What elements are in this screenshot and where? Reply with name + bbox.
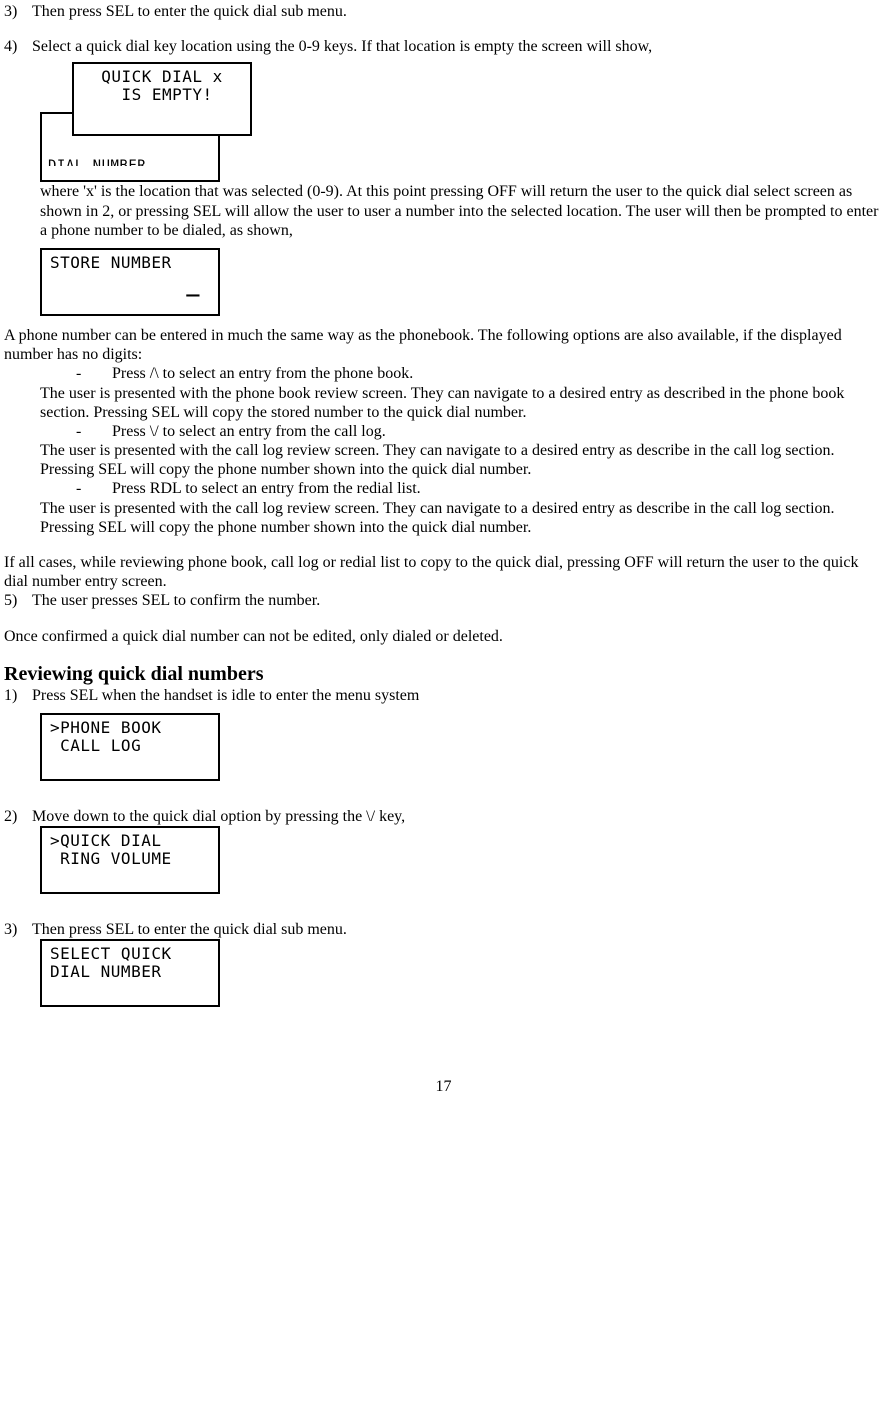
lcd-front-line2: IS EMPTY! — [80, 86, 244, 104]
note-off: If all cases, while reviewing phone book… — [4, 553, 883, 591]
lcd4-line1: >QUICK DIAL — [50, 832, 210, 850]
step-3-text: Then press SEL to enter the quick dial s… — [32, 2, 883, 21]
bullet1-body: The user is presented with the phone boo… — [40, 384, 883, 422]
review-step-2-text: Move down to the quick dial option by pr… — [32, 807, 883, 826]
bullet1-text: Press /\ to select an entry from the pho… — [112, 364, 413, 383]
review-step-1-num: 1) — [4, 686, 32, 705]
step-4: 4) Select a quick dial key location usin… — [4, 37, 883, 56]
lcd3-line1: >PHONE BOOK — [50, 719, 210, 737]
lcd5-line1: SELECT QUICK — [50, 945, 210, 963]
step-4-continuation: where 'x' is the location that was selec… — [40, 182, 883, 240]
lcd4-panel: >QUICK DIAL RING VOLUME — [40, 826, 220, 894]
note-confirmed: Once confirmed a quick dial number can n… — [4, 627, 883, 646]
review-step-2: 2) Move down to the quick dial option by… — [4, 807, 883, 826]
step-4-text: Select a quick dial key location using t… — [32, 37, 883, 56]
lcd5-line2: DIAL NUMBER — [50, 963, 210, 981]
lcd5-panel: SELECT QUICK DIAL NUMBER — [40, 939, 220, 1007]
review-step-2-num: 2) — [4, 807, 32, 826]
review-step-3: 3) Then press SEL to enter the quick dia… — [4, 920, 883, 939]
review-step-1-text: Press SEL when the handset is idle to en… — [32, 686, 883, 705]
bullet-phonebook: - Press /\ to select an entry from the p… — [76, 364, 883, 383]
review-step-1: 1) Press SEL when the handset is idle to… — [4, 686, 883, 705]
step-3-num: 3) — [4, 2, 32, 21]
phonebook-options-intro: A phone number can be entered in much th… — [4, 326, 883, 364]
bullet2-dash: - — [76, 422, 112, 441]
lcd-quick-dial-empty: DIAL NUMBER QUICK DIAL x IS EMPTY! — [40, 62, 883, 182]
step-5-num: 5) — [4, 591, 32, 610]
bullet-calllog: - Press \/ to select an entry from the c… — [76, 422, 883, 441]
bullet2-text: Press \/ to select an entry from the cal… — [112, 422, 386, 441]
bullet3-text: Press RDL to select an entry from the re… — [112, 479, 421, 498]
lcd-store-number: STORE NUMBER _ — [40, 246, 883, 326]
step-3: 3) Then press SEL to enter the quick dia… — [4, 2, 883, 21]
bullet2-body: The user is presented with the call log … — [40, 441, 883, 479]
bullet3-body: The user is presented with the call log … — [40, 499, 883, 537]
lcd-select-quick-dial: SELECT QUICK DIAL NUMBER — [40, 939, 883, 1017]
section-heading-reviewing: Reviewing quick dial numbers — [4, 662, 883, 686]
lcd4-line2: RING VOLUME — [50, 850, 210, 868]
review-step-3-text: Then press SEL to enter the quick dial s… — [32, 920, 883, 939]
bullet-redial: - Press RDL to select an entry from the … — [76, 479, 883, 498]
lcd-quick-dial-menu: >QUICK DIAL RING VOLUME — [40, 826, 883, 904]
lcd3-line2: CALL LOG — [50, 737, 210, 755]
review-step-3-num: 3) — [4, 920, 32, 939]
bullet3-dash: - — [76, 479, 112, 498]
step-5-text: The user presses SEL to confirm the numb… — [32, 591, 883, 610]
lcd-store-number-panel: STORE NUMBER _ — [40, 248, 220, 316]
lcd-front-panel: QUICK DIAL x IS EMPTY! — [72, 62, 252, 136]
lcd2-cursor: _ — [50, 272, 210, 298]
step-4-num: 4) — [4, 37, 32, 56]
lcd3-panel: >PHONE BOOK CALL LOG — [40, 713, 220, 781]
lcd-back-clipped-text: DIAL NUMBER — [48, 156, 212, 166]
lcd-phone-book-menu: >PHONE BOOK CALL LOG — [40, 711, 883, 791]
step-5: 5) The user presses SEL to confirm the n… — [4, 591, 883, 610]
lcd-front-line1: QUICK DIAL x — [80, 68, 244, 86]
page-number: 17 — [4, 1077, 883, 1096]
lcd2-line1: STORE NUMBER — [50, 254, 210, 272]
bullet1-dash: - — [76, 364, 112, 383]
